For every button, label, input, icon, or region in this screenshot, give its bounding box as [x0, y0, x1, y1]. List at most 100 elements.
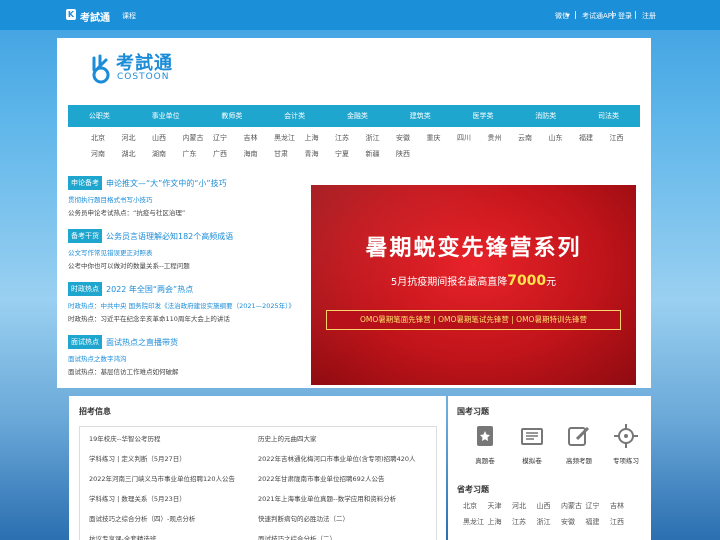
category-link[interactable]: 教师类 [221, 111, 242, 121]
province-link[interactable]: 内蒙古 [561, 501, 586, 511]
region-link[interactable]: 浙江 [366, 133, 397, 143]
recruit-item-right[interactable]: 快速判断病句的必胜功法（二） [258, 513, 349, 523]
news-block: 面试热点 面试热点之直播带货面试热点之数字鸿沟 面试热点：基层信访工作难点如何破解 [68, 335, 314, 388]
news-title[interactable]: 申论推文—“大”作文中的“小”技巧 [106, 178, 227, 189]
exam-card: 国考习题 真题卷 模拟卷 高频考题 专项练习 省考习题 北京 天津 河北 山西 内蒙古 辽宁 吉林… [448, 396, 651, 540]
promo-banner[interactable]: 暑期蜕变先锋营系列 5月抗疫期间报名最高直降7000元 OMO暑期笔面先锋营 |… [311, 185, 636, 385]
province-link[interactable]: 山西 [537, 501, 562, 511]
banner-sub-prefix: 5月抗疫期间报名最高直降 [390, 277, 508, 288]
region-link[interactable]: 河南 [91, 149, 122, 159]
recruit-item-left[interactable]: 19年校庆--华智公考历程 [89, 433, 160, 443]
recruit-item-left[interactable]: 学科练习 | 定义判断（5月27日） [89, 453, 186, 463]
region-link[interactable]: 辽宁 [213, 133, 244, 143]
news-sublink[interactable]: 公文写作常见错误更正对照表 [68, 247, 314, 256]
brand-name[interactable]: 考試通 [80, 9, 110, 24]
province-link[interactable]: 吉林 [610, 501, 635, 511]
edit-icon [568, 426, 590, 446]
news-line[interactable]: 面试热点：基层信访工作难点如何破解 [68, 366, 314, 376]
news-title[interactable]: 公务员言语理解必知182个高频成语 [106, 231, 233, 242]
province-link[interactable]: 江西 [610, 517, 635, 527]
region-link[interactable]: 江苏 [335, 133, 366, 143]
news-sublink[interactable]: 面试热点之数字鸿沟 [68, 353, 314, 362]
recruit-item-right[interactable]: 2022年甘肃陇南市事业单位招聘692人公告 [258, 473, 384, 483]
region-link[interactable]: 河北 [122, 133, 153, 143]
divider [635, 11, 636, 19]
recruit-item-right[interactable]: 2021年上海事业单位真题--数学应用和资料分析 [258, 493, 396, 503]
news-title[interactable]: 2022 年全国“两会”热点 [106, 284, 193, 295]
recruit-item-left[interactable]: 学科练习 | 数理关系（5月23日） [89, 493, 186, 503]
region-link[interactable]: 黑龙江 [274, 133, 305, 143]
region-link[interactable]: 山西 [152, 133, 183, 143]
logo-small-icon[interactable]: K [66, 9, 76, 20]
region-link[interactable]: 重庆 [427, 133, 458, 143]
province-link[interactable]: 辽宁 [586, 501, 611, 511]
category-link[interactable]: 司法类 [598, 111, 619, 121]
region-link[interactable]: 陕西 [396, 149, 427, 159]
region-link[interactable]: 北京 [91, 133, 122, 143]
category-link[interactable]: 医学类 [472, 111, 493, 121]
province-link[interactable]: 安徽 [561, 517, 586, 527]
news-line[interactable]: 公考中你也可以做对的数量关系--工程问题 [68, 260, 314, 270]
category-link[interactable]: 会计类 [284, 111, 305, 121]
region-link[interactable]: 湖北 [122, 149, 153, 159]
province-link[interactable]: 黑龙江 [463, 517, 488, 527]
category-link[interactable]: 建筑类 [410, 111, 431, 121]
exam-item[interactable]: 专项练习 [609, 423, 643, 465]
region-link[interactable]: 福建 [579, 133, 610, 143]
province-link[interactable]: 浙江 [537, 517, 562, 527]
region-link[interactable]: 宁夏 [335, 149, 366, 159]
region-link[interactable]: 山东 [549, 133, 580, 143]
news-tag[interactable]: 时政热点 [68, 282, 102, 296]
news-block: 申论备考 申论推文—“大”作文中的“小”技巧贯彻执行题目格式书写小技巧 公务员申论考… [68, 176, 314, 229]
region-link[interactable]: 吉林 [244, 133, 275, 143]
region-link[interactable]: 青海 [305, 149, 336, 159]
recruit-item-left[interactable]: 2022年河南三门峡义马市事业单位招聘120人公告 [89, 473, 235, 483]
region-link[interactable]: 江西 [610, 133, 641, 143]
exam-item[interactable]: 模拟卷 [515, 423, 549, 465]
news-tag[interactable]: 面试热点 [68, 335, 102, 349]
category-link[interactable]: 金融类 [347, 111, 368, 121]
news-block: 时政热点 2022 年全国“两会”热点时政热点：中共中央 国务院印发《法治政府建设… [68, 282, 314, 335]
region-link[interactable]: 上海 [305, 133, 336, 143]
recruit-item-right[interactable]: 面试技巧之综合分析（二） [258, 533, 336, 540]
region-link[interactable]: 内蒙古 [183, 133, 214, 143]
logo-icon[interactable] [90, 52, 114, 84]
region-link[interactable]: 云南 [518, 133, 549, 143]
exam-item[interactable]: 真题卷 [468, 423, 502, 465]
news-title[interactable]: 面试热点之直播带货 [106, 337, 178, 348]
news-sublink[interactable]: 时政热点：中共中央 国务院印发《法治政府建设实施纲要（2021—2025年）》 [68, 300, 314, 309]
region-link[interactable]: 新疆 [366, 149, 397, 159]
category-link[interactable]: 消防类 [535, 111, 556, 121]
category-link[interactable]: 公职类 [89, 111, 110, 121]
news-tag[interactable]: 申论备考 [68, 176, 102, 190]
province-link[interactable]: 江苏 [512, 517, 537, 527]
recruit-item-left[interactable]: 面试技巧之综合分析（四）-观点分析 [89, 513, 195, 523]
region-link[interactable]: 贵州 [488, 133, 519, 143]
exam-item[interactable]: 高频考题 [562, 423, 596, 465]
region-link[interactable]: 四川 [457, 133, 488, 143]
region-link[interactable]: 安徽 [396, 133, 427, 143]
region-link[interactable]: 湖南 [152, 149, 183, 159]
region-link[interactable]: 海南 [244, 149, 275, 159]
login-link[interactable]: 登录 [618, 11, 632, 21]
region-link[interactable]: 甘肃 [274, 149, 305, 159]
province-link[interactable]: 上海 [488, 517, 513, 527]
region-link[interactable]: 广西 [213, 149, 244, 159]
province-link[interactable]: 北京 [463, 501, 488, 511]
news-line[interactable]: 公务员申论考试热点：“抗疫与社区治理” [68, 207, 314, 217]
nav-course-link[interactable]: 课程 [122, 11, 136, 21]
register-link[interactable]: 注册 [642, 11, 656, 21]
category-link[interactable]: 事业单位 [152, 111, 180, 121]
province-link[interactable]: 河北 [512, 501, 537, 511]
recruit-item-right[interactable]: 历史上的元曲四大家 [258, 433, 317, 443]
banner-sub-suffix: 元 [546, 277, 557, 288]
news-head: 申论备考 申论推文—“大”作文中的“小”技巧 [68, 176, 314, 190]
recruit-item-left[interactable]: 抗议专享课-全套精选班 [89, 533, 156, 540]
recruit-item-right[interactable]: 2022年吉林通化梅河口市事业单位(含专项)招聘420人 [258, 453, 416, 463]
province-link[interactable]: 福建 [586, 517, 611, 527]
province-link[interactable]: 天津 [488, 501, 513, 511]
region-link[interactable]: 广东 [183, 149, 214, 159]
news-sublink[interactable]: 贯彻执行题目格式书写小技巧 [68, 194, 314, 203]
news-line[interactable]: 时政热点：习近平在纪念辛亥革命110周年大会上的讲话 [68, 313, 314, 323]
news-tag[interactable]: 备考干货 [68, 229, 102, 243]
